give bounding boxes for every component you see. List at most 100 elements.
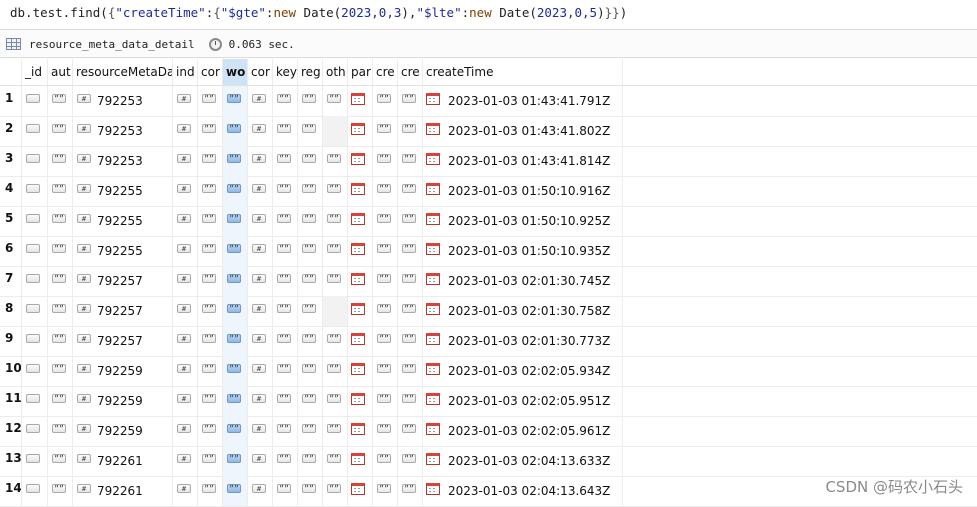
cell-reg[interactable] [298,446,323,476]
cell-_id[interactable] [22,326,48,356]
cell-reg[interactable] [298,326,323,356]
cell-ind[interactable] [173,146,198,176]
cell-key[interactable] [273,176,298,206]
cell-resource-meta-data[interactable]: 792259 [73,386,173,416]
cell-aut[interactable] [48,386,73,416]
cell-reg[interactable] [298,206,323,236]
cell-_id[interactable] [22,416,48,446]
cell-cor2[interactable] [248,266,273,296]
cell-aut[interactable] [48,236,73,266]
cell-cre1[interactable] [373,86,398,116]
row-number[interactable]: 11 [0,386,22,416]
cell-_id[interactable] [22,296,48,326]
cell-reg[interactable] [298,146,323,176]
cell-reg[interactable] [298,116,323,146]
cell-resource-meta-data[interactable]: 792261 [73,476,173,506]
column-header-cor2[interactable]: cor [248,59,273,85]
cell-create-time[interactable]: 2023-01-03 01:43:41.802Z [423,116,623,146]
cell-resource-meta-data[interactable]: 792259 [73,416,173,446]
column-header-ind[interactable]: ind [173,59,198,85]
cell-key[interactable] [273,146,298,176]
cell-cre1[interactable] [373,326,398,356]
cell-cre2[interactable] [398,446,423,476]
cell-ind[interactable] [173,236,198,266]
cell-resource-meta-data[interactable]: 792261 [73,446,173,476]
column-header-par[interactable]: par [348,59,373,85]
cell-aut[interactable] [48,476,73,506]
cell-create-time[interactable]: 2023-01-03 01:43:41.791Z [423,86,623,116]
cell-cre2[interactable] [398,326,423,356]
cell-aut[interactable] [48,266,73,296]
table-row[interactable]: 12 792259 2023-01-03 02:02:05.961Z [0,416,977,447]
cell-wo[interactable] [223,116,248,146]
cell-create-time[interactable]: 2023-01-03 01:50:10.935Z [423,236,623,266]
cell-cor1[interactable] [198,416,223,446]
cell-create-time[interactable]: 2023-01-03 02:01:30.773Z [423,326,623,356]
cell-create-time[interactable]: 2023-01-03 02:02:05.961Z [423,416,623,446]
cell-date[interactable] [348,446,373,476]
cell-cor1[interactable] [198,446,223,476]
cell-ind[interactable] [173,476,198,506]
column-header-oth[interactable]: oth [323,59,348,85]
cell-cre2[interactable] [398,206,423,236]
column-header-aut[interactable]: aut [48,59,73,85]
cell-cre2[interactable] [398,116,423,146]
collection-name[interactable]: resource_meta_data_detail [29,38,195,51]
cell-cre1[interactable] [373,116,398,146]
cell-other[interactable] [323,206,348,236]
cell-ind[interactable] [173,86,198,116]
cell-_id[interactable] [22,446,48,476]
cell-_id[interactable] [22,266,48,296]
cell-cor2[interactable] [248,206,273,236]
cell-key[interactable] [273,206,298,236]
cell-reg[interactable] [298,86,323,116]
cell-resource-meta-data[interactable]: 792257 [73,296,173,326]
cell-key[interactable] [273,296,298,326]
row-number[interactable]: 13 [0,446,22,476]
cell-cre1[interactable] [373,296,398,326]
cell-date[interactable] [348,116,373,146]
cell-cre2[interactable] [398,296,423,326]
cell-create-time[interactable]: 2023-01-03 02:02:05.934Z [423,356,623,386]
table-row[interactable]: 9 792257 2023-01-03 02:01:30.773Z [0,326,977,357]
row-number[interactable]: 3 [0,146,22,176]
cell-aut[interactable] [48,206,73,236]
cell-cor1[interactable] [198,476,223,506]
cell-ind[interactable] [173,326,198,356]
column-header-_id[interactable]: _id [22,59,48,85]
column-header-createTime[interactable]: createTime [423,59,623,85]
row-number[interactable]: 7 [0,266,22,296]
cell-date[interactable] [348,236,373,266]
cell-cor1[interactable] [198,266,223,296]
cell-wo[interactable] [223,356,248,386]
row-number[interactable]: 2 [0,116,22,146]
cell-key[interactable] [273,476,298,506]
cell-date[interactable] [348,326,373,356]
cell-_id[interactable] [22,236,48,266]
cell-resource-meta-data[interactable]: 792255 [73,236,173,266]
table-row[interactable]: 5 792255 2023-01-03 01:50:10.925Z [0,206,977,237]
column-header-wo[interactable]: wo [223,59,248,85]
cell-key[interactable] [273,266,298,296]
cell-cor2[interactable] [248,356,273,386]
cell-_id[interactable] [22,386,48,416]
cell-aut[interactable] [48,146,73,176]
column-header-cor1[interactable]: cor [198,59,223,85]
cell-wo[interactable] [223,206,248,236]
cell-cre2[interactable] [398,476,423,506]
cell-cor1[interactable] [198,146,223,176]
row-number[interactable]: 8 [0,296,22,326]
cell-cor2[interactable] [248,386,273,416]
cell-date[interactable] [348,146,373,176]
cell-resource-meta-data[interactable]: 792255 [73,176,173,206]
cell-cre2[interactable] [398,176,423,206]
cell-wo[interactable] [223,266,248,296]
cell-reg[interactable] [298,386,323,416]
query-editor[interactable]: db.test.find({"createTime":{"$gte":new D… [0,0,977,30]
cell-key[interactable] [273,236,298,266]
table-row[interactable]: 13 792261 2023-01-03 02:04:13.633Z [0,446,977,477]
cell-cor1[interactable] [198,386,223,416]
cell-aut[interactable] [48,356,73,386]
cell-date[interactable] [348,416,373,446]
cell-_id[interactable] [22,176,48,206]
